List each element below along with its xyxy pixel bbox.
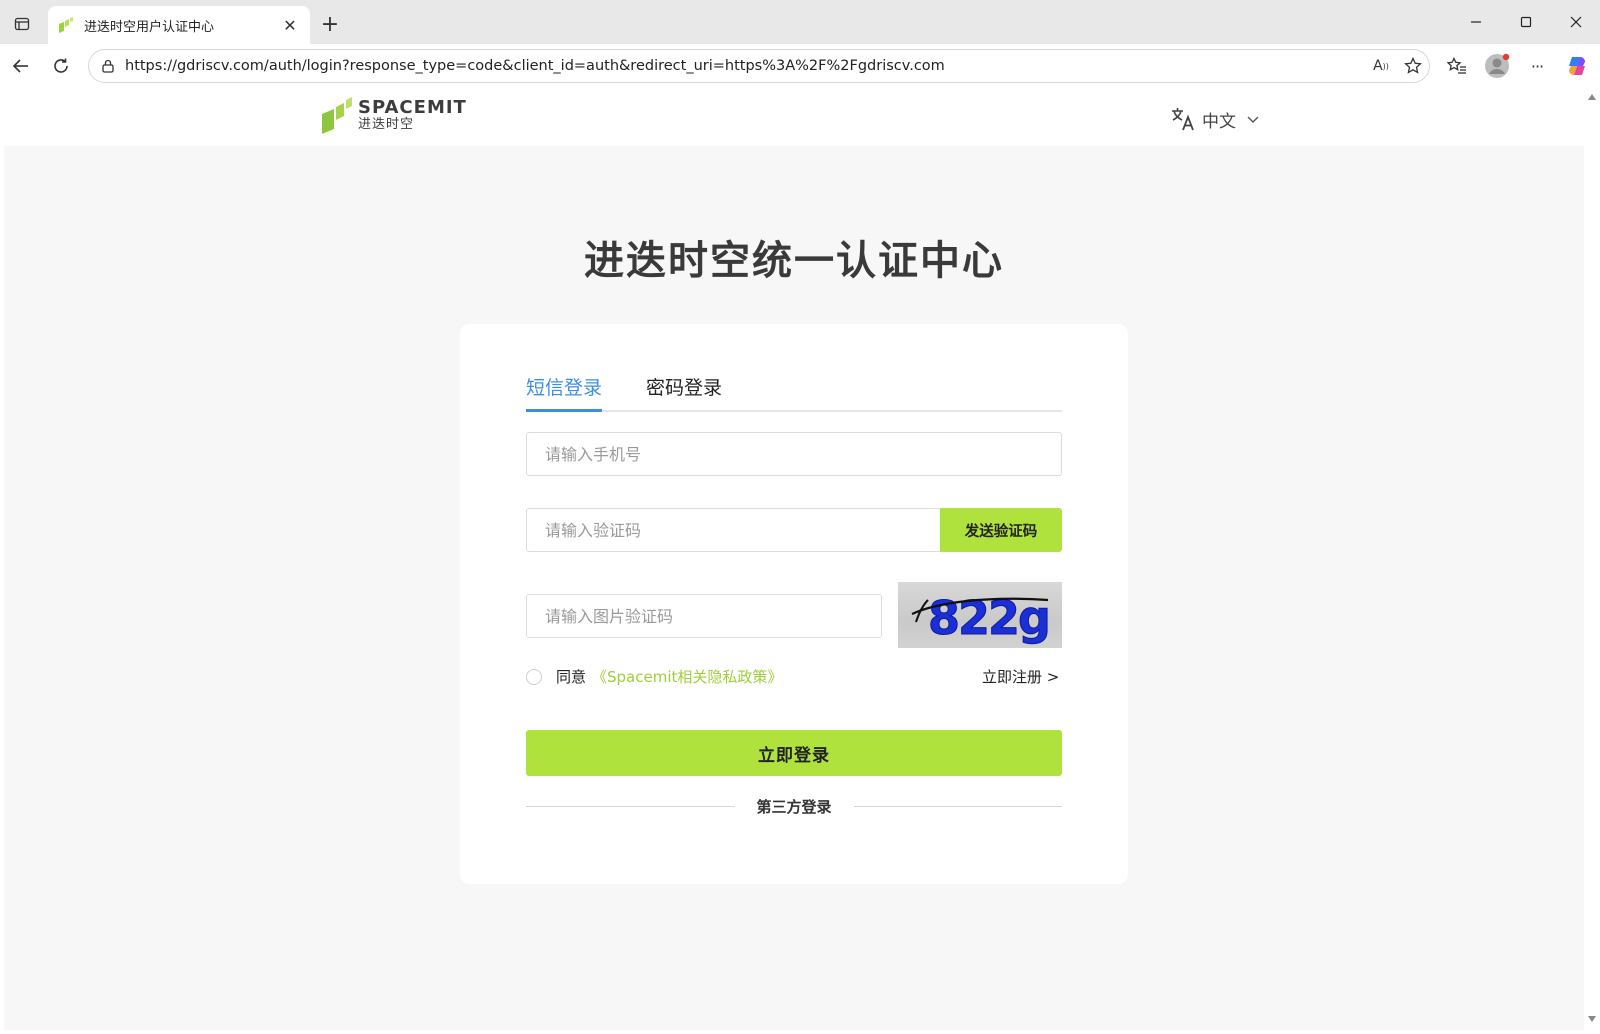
chevron-down-icon [1247,116,1259,123]
profile-button[interactable] [1482,51,1512,81]
sms-code-input[interactable] [545,520,941,540]
phone-input-box [526,432,1062,476]
tab-actions-button[interactable] [8,10,36,38]
tab-actions-icon [14,17,30,31]
maximize-icon [1520,16,1532,28]
favorites-button[interactable] [1442,51,1472,81]
captcha-input[interactable] [545,606,881,626]
profile-avatar-icon [1485,53,1510,78]
tab-password-login[interactable]: 密码登录 [646,372,722,412]
captcha-input-box [526,594,882,638]
divider-line-right [853,805,1063,807]
agree-radio[interactable] [526,668,542,685]
reload-icon [54,58,68,73]
send-code-button[interactable]: 发送验证码 [940,508,1062,552]
browser-tab-bar: 进迭时空用户认证中心 ✕ + [0,0,1600,44]
browser-toolbar: https://gdriscv.com/auth/login?response_… [0,44,1600,88]
third-party-login-label: 第三方登录 [756,797,832,816]
favorites-list-icon [1447,57,1466,74]
scroll-up-arrow-icon[interactable] [1588,94,1596,100]
privacy-agreement: 同意 《Spacemit相关隐私政策》 [526,666,782,687]
spacemit-logo-mark-icon [322,97,352,134]
captcha-image[interactable]: 822g [898,582,1062,648]
read-aloud-glyph: A [1373,58,1383,74]
copilot-icon [1569,57,1585,75]
close-window-button[interactable] [1552,8,1600,36]
sms-code-input-box [526,508,942,552]
copilot-button[interactable] [1562,51,1592,81]
url-text[interactable]: https://gdriscv.com/auth/login?response_… [123,58,1365,74]
read-aloud-icon[interactable]: A)) [1365,51,1397,81]
minimize-window-button[interactable] [1452,8,1500,36]
login-tabs: 短信登录 密码登录 [526,372,1062,412]
address-bar[interactable]: https://gdriscv.com/auth/login?response_… [88,49,1430,83]
back-button[interactable] [6,51,36,81]
page-title: 进迭时空统一认证中心 [584,238,1004,284]
translate-icon [1172,108,1194,131]
minimize-icon [1471,21,1481,23]
reload-button[interactable] [46,51,76,81]
spacemit-favicon-icon [59,17,73,33]
close-tab-icon[interactable]: ✕ [280,15,300,35]
page-scrollbar[interactable] [1584,88,1600,1034]
phone-input[interactable] [545,444,1061,464]
third-party-login-divider: 第三方登录 [526,794,1063,818]
new-tab-button[interactable]: + [318,12,342,37]
back-arrow-icon [12,59,28,73]
more-options-button[interactable]: ··· [1522,51,1552,81]
login-button[interactable]: 立即登录 [526,730,1062,776]
close-window-icon [1570,16,1582,28]
browser-tab-active[interactable]: 进迭时空用户认证中心 ✕ [48,6,310,44]
maximize-window-button[interactable] [1502,8,1550,36]
agree-label: 同意 [556,668,587,686]
site-info-lock-icon[interactable] [93,59,123,73]
spacemit-logo[interactable]: SPACEMIT 进迭时空 [322,96,467,134]
divider-line-left [526,805,735,807]
scroll-down-arrow-icon[interactable] [1588,1016,1596,1022]
language-label: 中文 [1202,111,1236,132]
favorite-star-icon[interactable] [1397,51,1429,81]
register-link[interactable]: 立即注册 > [982,666,1059,687]
tab-title: 进迭时空用户认证中心 [84,19,215,35]
tab-sms-login[interactable]: 短信登录 [526,372,603,412]
language-selector[interactable]: 中文 [1170,106,1260,132]
privacy-policy-link[interactable]: 《Spacemit相关隐私政策》 [592,666,782,687]
login-card: 短信登录 密码登录 发送验证码 822g 同意 《Spacemit相关隐私政策》… [460,324,1128,884]
logo-text-en: SPACEMIT [358,97,467,118]
logo-text-cn: 进迭时空 [358,117,415,132]
site-header: SPACEMIT 进迭时空 中文 [4,88,1584,146]
page-viewport: SPACEMIT 进迭时空 中文 进迭时空统一认证中心 短信登录 密码登录 发送… [4,88,1584,1030]
